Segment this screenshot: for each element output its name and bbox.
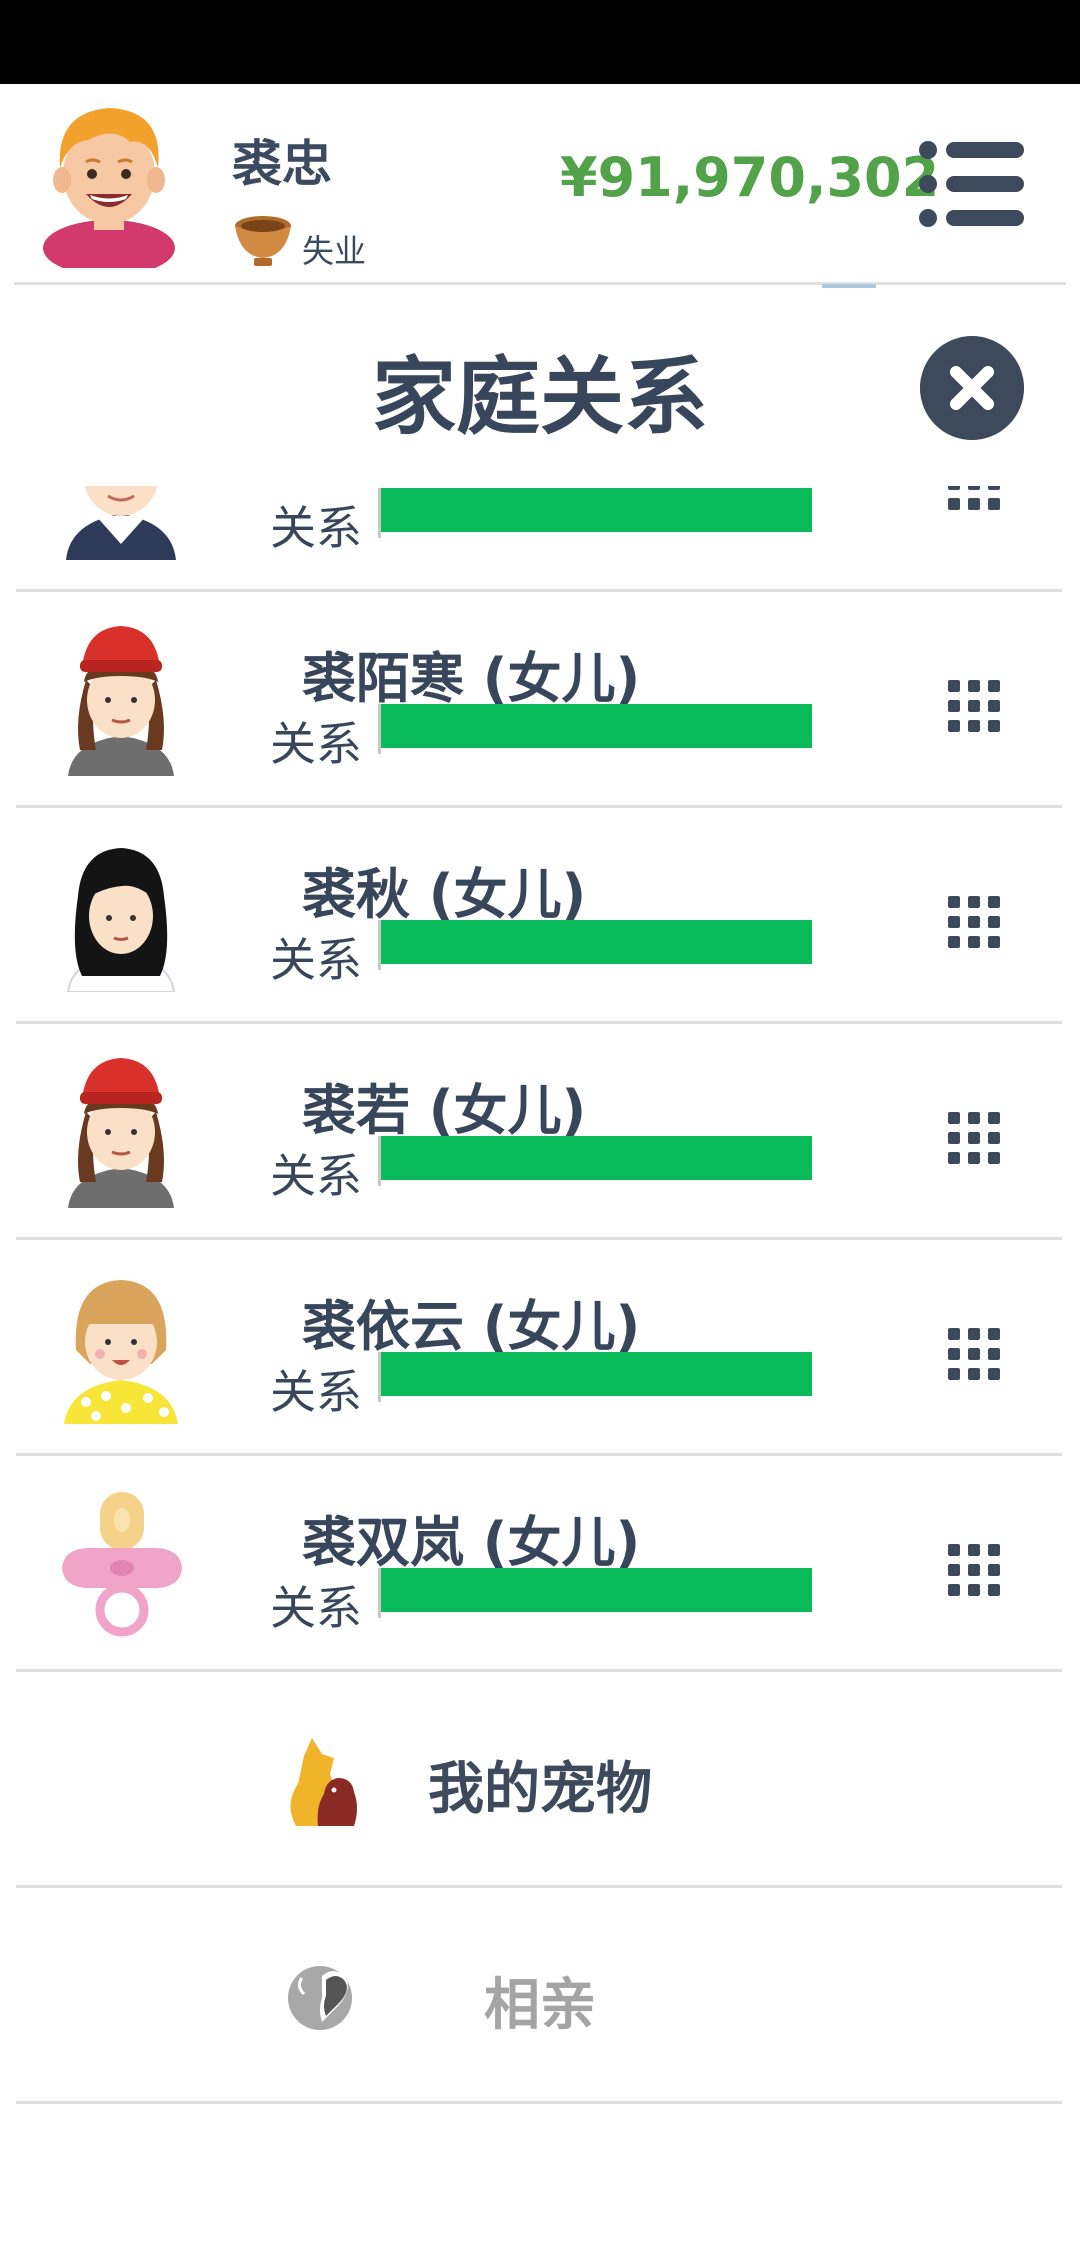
grid-menu-icon[interactable] (946, 678, 1002, 734)
dating-label: 相亲 (484, 1973, 596, 2038)
bowl-icon (235, 216, 291, 266)
grid-menu-icon[interactable] (946, 486, 1002, 512)
relation-label: 关系 (270, 933, 362, 987)
grid-menu-icon[interactable] (946, 1542, 1002, 1598)
row-divider (16, 2101, 1062, 2104)
my-pets-label: 我的宠物 (428, 1757, 652, 1822)
relation-bar-fill (381, 1568, 812, 1612)
my-pets-button[interactable]: 我的宠物 (0, 1672, 1080, 1888)
grid-menu-icon[interactable] (946, 1110, 1002, 1166)
player-header: 裘忠 失业 ¥91,970,302 (0, 84, 1080, 284)
list-item[interactable]: 裘双岚 (女儿) 关系 (0, 1456, 1080, 1672)
relation-bar (378, 1352, 812, 1402)
list-item[interactable]: 裘若 (女儿) 关系 (0, 1024, 1080, 1240)
schoolgirl-avatar (66, 486, 176, 560)
status-bar (0, 0, 1080, 84)
list-item[interactable]: 裘陌寒 (女儿) 关系 (0, 592, 1080, 808)
member-name: 裘秋 (女儿) (302, 863, 587, 926)
list-item[interactable]: 裘依云 (女儿) 关系 (0, 1240, 1080, 1456)
pet-dog-icon (290, 1738, 357, 1826)
grid-menu-icon[interactable] (946, 1326, 1002, 1382)
list-item[interactable]: 关系 (0, 486, 1080, 592)
relation-label: 关系 (270, 501, 362, 555)
member-name: 裘若 (女儿) (302, 1079, 587, 1142)
member-name: 裘依云 (女儿) (302, 1295, 641, 1358)
relation-bar (378, 704, 812, 754)
list-item[interactable]: 裘秋 (女儿) 关系 (0, 808, 1080, 1024)
pacifier-baby-avatar (62, 1492, 182, 1637)
scroll-indicator (822, 284, 876, 288)
player-job: 失业 (302, 232, 367, 270)
relation-label: 关系 (270, 1365, 362, 1419)
relation-bar-fill (381, 920, 812, 964)
dating-button[interactable]: 相亲 (0, 1888, 1080, 2104)
red-hat-girl-avatar (68, 626, 174, 776)
relation-bar (378, 1136, 812, 1186)
relation-bar (378, 488, 812, 538)
relation-bar-fill (381, 1136, 812, 1180)
player-name: 裘忠 (232, 135, 332, 193)
dating-hearts-icon (288, 1966, 352, 2030)
member-name: 裘陌寒 (女儿) (302, 647, 641, 710)
relation-bar-fill (381, 488, 812, 532)
black-hair-girl-avatar (66, 848, 176, 992)
dialog-title: 家庭关系 (371, 348, 708, 446)
relation-label: 关系 (270, 1581, 362, 1635)
red-hat-girl-avatar (68, 1058, 174, 1208)
grid-menu-icon[interactable] (946, 894, 1002, 950)
menu-icon[interactable] (918, 140, 1026, 228)
relation-label: 关系 (270, 717, 362, 771)
relation-bar (378, 1568, 812, 1618)
header-divider (14, 282, 1066, 285)
relation-bar (378, 920, 812, 970)
close-button[interactable] (920, 336, 1024, 440)
family-list[interactable]: 关系 裘陌寒 (女儿) 关系 裘秋 (女儿) 关系 裘若 (女儿) 关系 裘依云… (0, 486, 1080, 2106)
blonde-girl-avatar (64, 1280, 178, 1424)
player-avatar[interactable] (34, 98, 184, 268)
money-display: ¥91,970,302 (560, 146, 940, 209)
relation-bar-fill (381, 704, 812, 748)
member-name: 裘双岚 (女儿) (302, 1511, 641, 1574)
relation-bar-fill (381, 1352, 812, 1396)
relation-label: 关系 (270, 1149, 362, 1203)
